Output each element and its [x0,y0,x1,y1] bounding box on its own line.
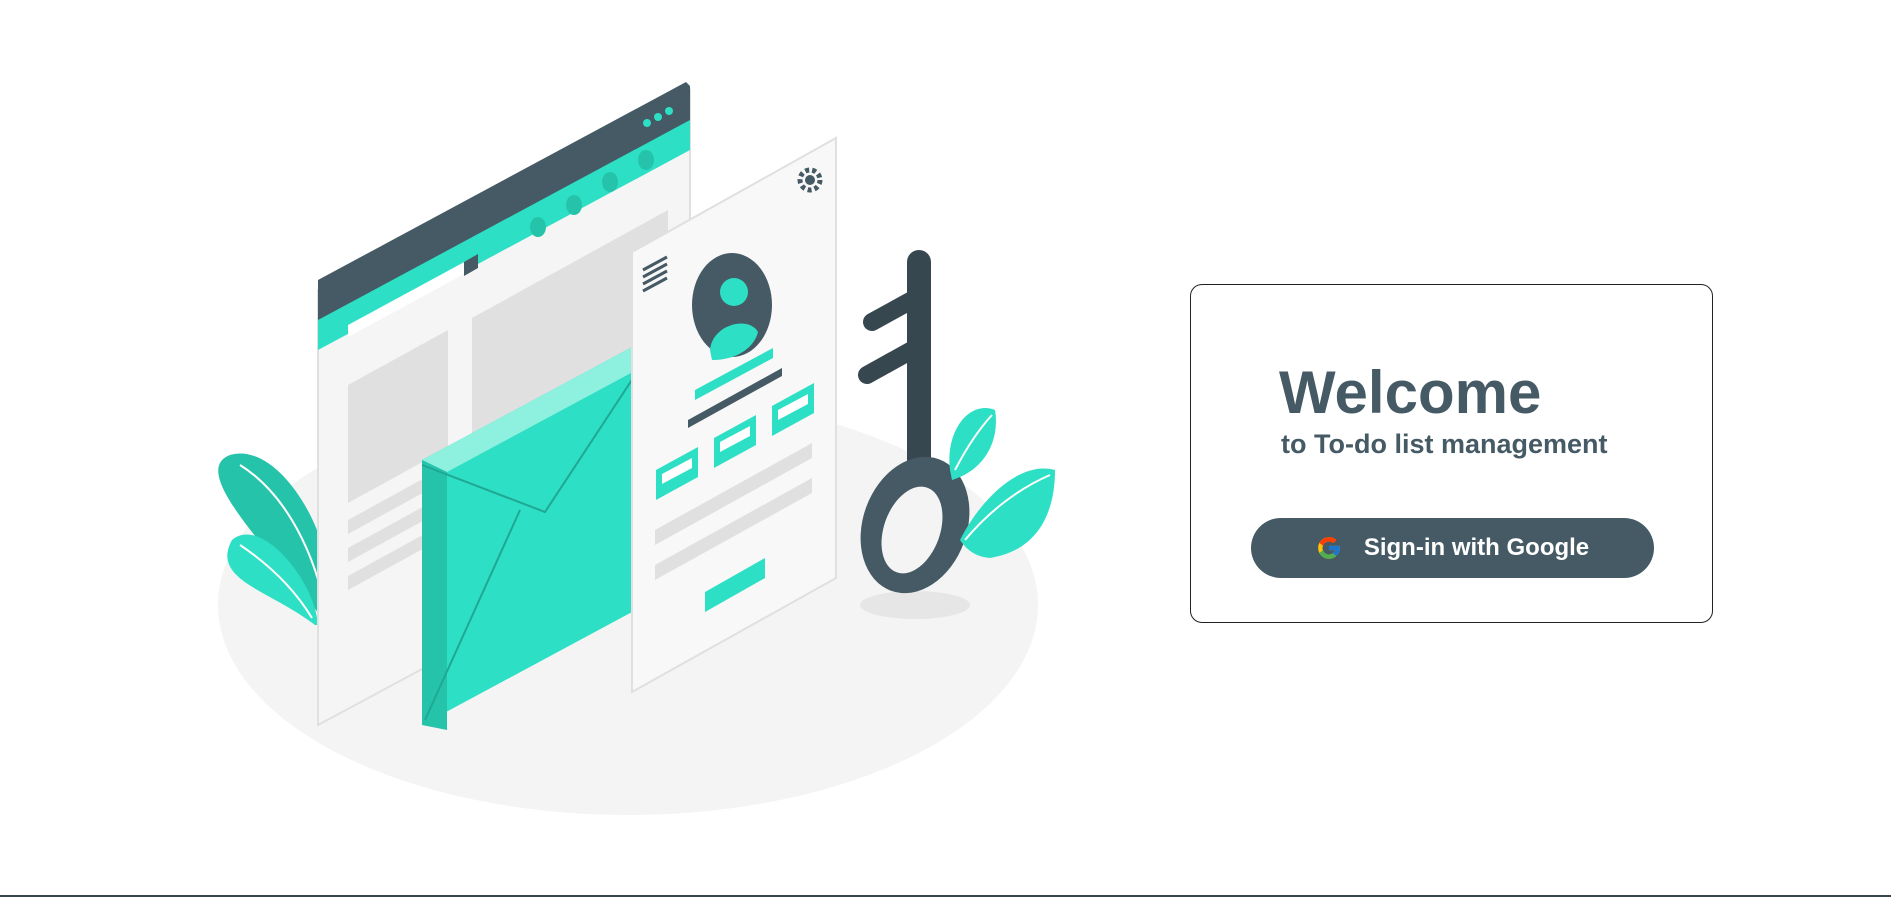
login-card: Welcome to To-do list management Sign-in… [1190,284,1713,623]
right-leaf-plant [949,408,1055,558]
sign-in-with-google-button[interactable]: Sign-in with Google [1251,518,1654,578]
login-illustration [200,70,1080,830]
google-icon [1316,535,1342,561]
welcome-subtitle: to To-do list management [1281,429,1608,459]
welcome-title: Welcome [1279,359,1542,426]
sign-in-button-label: Sign-in with Google [1363,534,1590,561]
illustration-svg [218,82,1055,815]
